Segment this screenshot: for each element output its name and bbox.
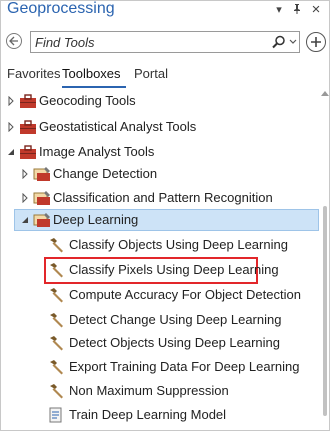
tool-detect-change-using-deep-learning[interactable]: Detect Change Using Deep Learning — [0, 309, 320, 331]
tool-detect-objects-using-deep-learning[interactable]: Detect Objects Using Deep Learning — [0, 332, 320, 354]
scroll-up-icon[interactable] — [321, 90, 329, 96]
expand-arrow-icon[interactable] — [6, 122, 16, 132]
tree-item-classification-and-pattern-recognition[interactable]: Classification and Pattern Recognition — [0, 187, 320, 209]
hammer-icon — [50, 313, 63, 328]
chevron-down-icon[interactable] — [289, 39, 297, 45]
tool-label: Classify Pixels Using Deep Learning — [69, 262, 279, 277]
add-button[interactable] — [306, 32, 326, 52]
hammer-icon — [50, 238, 63, 253]
toolbox-icon — [20, 120, 36, 134]
tool-label: Detect Change Using Deep Learning — [69, 312, 282, 327]
tree-item-label: Geocoding Tools — [39, 93, 136, 108]
hammer-icon — [50, 384, 63, 399]
tool-label: Detect Objects Using Deep Learning — [69, 335, 281, 350]
toolbox-icon — [20, 94, 36, 108]
toolbox-icon — [20, 145, 36, 159]
close-icon[interactable]: × — [309, 2, 323, 17]
tree-item-change-detection[interactable]: Change Detection — [0, 163, 320, 185]
tool-non-maximum-suppression[interactable]: Non Maximum Suppression — [0, 380, 320, 402]
hammer-icon — [50, 263, 63, 278]
arrow-left-icon — [9, 36, 18, 46]
tab-toolboxes[interactable]: Toolboxes — [62, 66, 121, 81]
tool-classify-objects-using-deep-learning[interactable]: Classify Objects Using Deep Learning — [0, 234, 320, 256]
toolset-icon — [33, 167, 50, 181]
hammer-icon — [50, 288, 63, 303]
plus-icon — [311, 37, 321, 47]
active-tab-indicator — [62, 86, 126, 88]
search-box — [30, 31, 300, 53]
tool-train-deep-learning-model[interactable]: Train Deep Learning Model — [0, 404, 320, 426]
toolset-icon — [33, 213, 50, 227]
tool-label: Export Training Data For Deep Learning — [69, 359, 300, 374]
collapse-arrow-icon[interactable] — [6, 147, 16, 157]
tool-label: Classify Objects Using Deep Learning — [69, 237, 288, 252]
tool-classify-pixels-using-deep-learning[interactable]: Classify Pixels Using Deep Learning — [0, 259, 320, 281]
hammer-icon — [50, 360, 63, 375]
search-input[interactable] — [35, 34, 263, 50]
tree-item-label: Image Analyst Tools — [39, 144, 155, 159]
toolset-icon — [33, 191, 50, 205]
tool-label: Compute Accuracy For Object Detection — [69, 287, 301, 302]
pin-icon[interactable] — [290, 3, 304, 17]
expand-arrow-icon[interactable] — [20, 169, 30, 179]
vertical-scrollbar[interactable] — [321, 80, 329, 428]
tab-favorites[interactable]: Favorites — [7, 66, 60, 81]
expand-arrow-icon[interactable] — [20, 193, 30, 203]
tree-item-geocoding-tools[interactable]: Geocoding Tools — [0, 90, 320, 112]
script-icon — [49, 407, 62, 423]
tool-export-training-data-for-deep-learning[interactable]: Export Training Data For Deep Learning — [0, 356, 320, 378]
back-button[interactable] — [6, 33, 22, 49]
tool-compute-accuracy-for-object-detection[interactable]: Compute Accuracy For Object Detection — [0, 284, 320, 306]
hammer-icon — [50, 336, 63, 351]
pane-title: Geoprocessing — [7, 0, 115, 17]
collapse-arrow-icon[interactable] — [20, 215, 30, 225]
tool-label: Non Maximum Suppression — [69, 383, 229, 398]
title-bar: Geoprocessing ▾ × — [0, 0, 330, 24]
scroll-thumb[interactable] — [323, 206, 327, 416]
tree-item-deep-learning[interactable]: Deep Learning — [0, 209, 320, 231]
expand-arrow-icon[interactable] — [6, 96, 16, 106]
search-icon[interactable] — [272, 35, 286, 49]
tree-item-image-analyst-tools[interactable]: Image Analyst Tools — [0, 141, 320, 163]
tree-item-label: Classification and Pattern Recognition — [53, 190, 273, 205]
options-menu-icon[interactable]: ▾ — [272, 3, 286, 17]
tree-item-geostatistical-analyst-tools[interactable]: Geostatistical Analyst Tools — [0, 116, 320, 138]
tool-label: Train Deep Learning Model — [69, 407, 227, 422]
tree-item-label: Change Detection — [53, 166, 158, 181]
tree-item-label: Geostatistical Analyst Tools — [39, 119, 197, 134]
tree-item-label: Deep Learning — [53, 212, 139, 227]
tab-portal[interactable]: Portal — [134, 66, 168, 81]
